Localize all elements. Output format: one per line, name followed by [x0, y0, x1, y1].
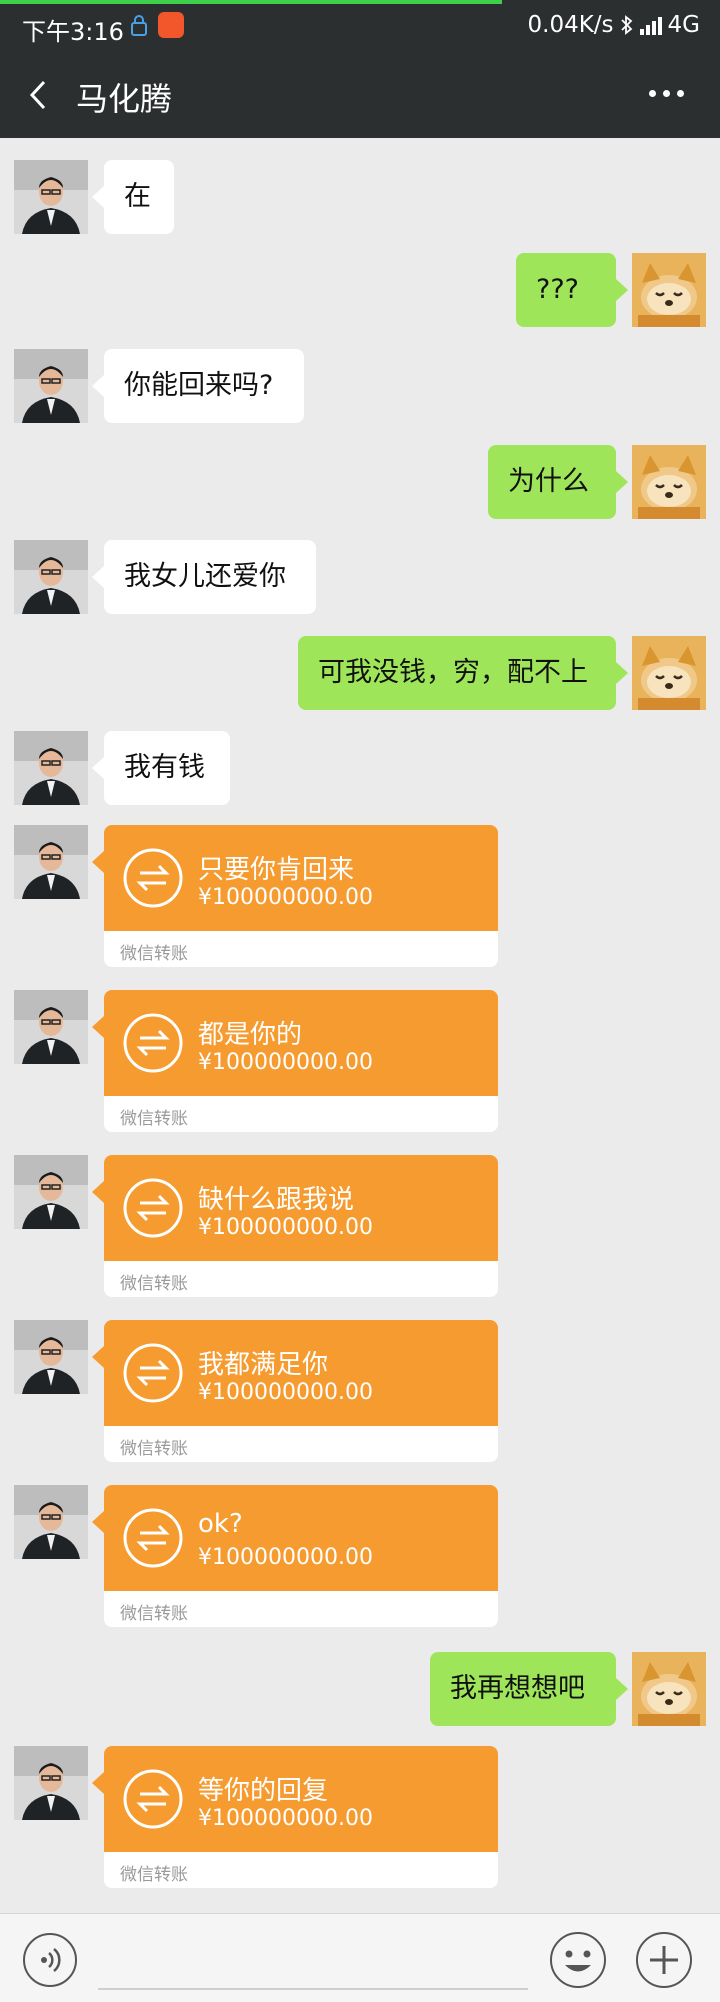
voice-icon[interactable] [22, 1932, 78, 1988]
transfer-card[interactable]: 我都满足你 ¥100000000.00 微信转账 [104, 1320, 498, 1462]
transfer-card[interactable]: ok? ¥100000000.00 微信转账 [104, 1485, 498, 1627]
message-bubble[interactable]: 在 [92, 160, 174, 234]
transfer-label: 微信转账 [120, 944, 188, 964]
network-speed: 0.04K/s [527, 12, 614, 38]
contact-avatar[interactable] [14, 990, 88, 1064]
message-row: ??? [0, 253, 720, 327]
message-bubble[interactable]: 可我没钱，穷，配不上 [298, 636, 628, 710]
transfer-note: 缺什么跟我说 [198, 1185, 355, 1215]
transfer-card[interactable]: 都是你的 ¥100000000.00 微信转账 [104, 990, 498, 1132]
contact-avatar[interactable] [14, 825, 88, 899]
transfer-card[interactable]: 等你的回复 ¥100000000.00 微信转账 [104, 1746, 498, 1888]
transfer-amount: ¥100000000.00 [198, 1545, 373, 1570]
message-row: ok? ¥100000000.00 微信转账 [0, 1485, 720, 1627]
transfer-icon [123, 1769, 183, 1829]
my-avatar[interactable] [632, 636, 706, 710]
contact-avatar[interactable] [14, 349, 88, 423]
message-row: 为什么 [0, 445, 720, 519]
transfer-icon [123, 1013, 183, 1073]
chat-header: 马化腾 [0, 52, 720, 138]
message-text: 在 [124, 181, 151, 212]
transfer-amount: ¥100000000.00 [198, 1050, 373, 1075]
message-text: 我再想想吧 [450, 1673, 585, 1704]
lock-icon [131, 15, 147, 36]
transfer-amount: ¥100000000.00 [198, 885, 373, 910]
contact-avatar[interactable] [14, 1485, 88, 1559]
transfer-label: 微信转账 [120, 1439, 188, 1459]
message-text: 为什么 [508, 466, 589, 497]
transfer-icon [123, 848, 183, 908]
message-row: 缺什么跟我说 ¥100000000.00 微信转账 [0, 1155, 720, 1297]
message-row: 等你的回复 ¥100000000.00 微信转账 [0, 1746, 720, 1888]
message-row: 只要你肯回来 ¥100000000.00 微信转账 [0, 825, 720, 967]
transfer-tail [92, 1016, 104, 1038]
message-text: 你能回来吗? [124, 370, 274, 401]
message-text: 可我没钱，穷，配不上 [318, 657, 588, 688]
message-row: 我再想想吧 [0, 1652, 720, 1726]
message-bubble[interactable]: 我再想想吧 [430, 1652, 628, 1726]
message-bubble[interactable]: ??? [516, 253, 628, 327]
message-text: 我女儿还爱你 [124, 561, 286, 592]
contact-avatar[interactable] [14, 160, 88, 234]
signal-icon [639, 15, 662, 35]
transfer-tail [92, 1772, 104, 1794]
message-row: 我有钱 [0, 731, 720, 805]
transfer-tail [92, 1511, 104, 1533]
message-input[interactable] [98, 1932, 528, 1990]
transfer-amount: ¥100000000.00 [198, 1806, 373, 1831]
message-text: 我有钱 [124, 752, 205, 783]
message-row: 可我没钱，穷，配不上 [0, 636, 720, 710]
status-time: 下午3:16 [22, 18, 124, 46]
more-dots-icon[interactable] [649, 90, 684, 97]
plus-icon[interactable] [634, 1930, 694, 1990]
transfer-note: 都是你的 [198, 1020, 303, 1050]
contact-avatar[interactable] [14, 540, 88, 614]
contact-avatar[interactable] [14, 1746, 88, 1820]
message-row: 我都满足你 ¥100000000.00 微信转账 [0, 1320, 720, 1462]
transfer-note: ok? [198, 1509, 243, 1539]
my-avatar[interactable] [632, 445, 706, 519]
network-type: 4G [667, 12, 700, 38]
loading-progress [0, 0, 502, 4]
app-notification-icon [158, 12, 184, 38]
message-row: 我女儿还爱你 [0, 540, 720, 614]
transfer-amount: ¥100000000.00 [198, 1215, 373, 1240]
my-avatar[interactable] [632, 1652, 706, 1726]
transfer-label: 微信转账 [120, 1109, 188, 1129]
transfer-icon [123, 1508, 183, 1568]
transfer-tail [92, 1346, 104, 1368]
status-bar: 下午3:16 0.04K/s 4G [0, 0, 720, 52]
message-text: ??? [536, 274, 579, 305]
transfer-tail [92, 851, 104, 873]
transfer-label: 微信转账 [120, 1865, 188, 1885]
message-row: 你能回来吗? [0, 349, 720, 423]
message-row: 都是你的 ¥100000000.00 微信转账 [0, 990, 720, 1132]
contact-avatar[interactable] [14, 731, 88, 805]
transfer-amount: ¥100000000.00 [198, 1380, 373, 1405]
transfer-label: 微信转账 [120, 1604, 188, 1624]
transfer-icon [123, 1343, 183, 1403]
transfer-card[interactable]: 只要你肯回来 ¥100000000.00 微信转账 [104, 825, 498, 967]
transfer-note: 我都满足你 [198, 1350, 329, 1380]
input-bar [0, 1913, 720, 2002]
chat-title: 马化腾 [76, 80, 173, 118]
transfer-tail [92, 1181, 104, 1203]
emoji-icon[interactable] [548, 1930, 608, 1990]
my-avatar[interactable] [632, 253, 706, 327]
message-row: 在 [0, 160, 720, 234]
transfer-note: 只要你肯回来 [198, 855, 355, 885]
transfer-icon [123, 1178, 183, 1238]
chevron-left-icon[interactable] [20, 74, 56, 116]
transfer-card[interactable]: 缺什么跟我说 ¥100000000.00 微信转账 [104, 1155, 498, 1297]
status-right: 0.04K/s 4G [528, 12, 701, 38]
transfer-note: 等你的回复 [198, 1776, 329, 1806]
message-bubble[interactable]: 为什么 [488, 445, 628, 519]
contact-avatar[interactable] [14, 1155, 88, 1229]
contact-avatar[interactable] [14, 1320, 88, 1394]
bluetooth-icon [620, 15, 632, 35]
transfer-label: 微信转账 [120, 1274, 188, 1294]
message-bubble[interactable]: 你能回来吗? [92, 349, 304, 423]
message-bubble[interactable]: 我女儿还爱你 [92, 540, 316, 614]
message-bubble[interactable]: 我有钱 [92, 731, 230, 805]
